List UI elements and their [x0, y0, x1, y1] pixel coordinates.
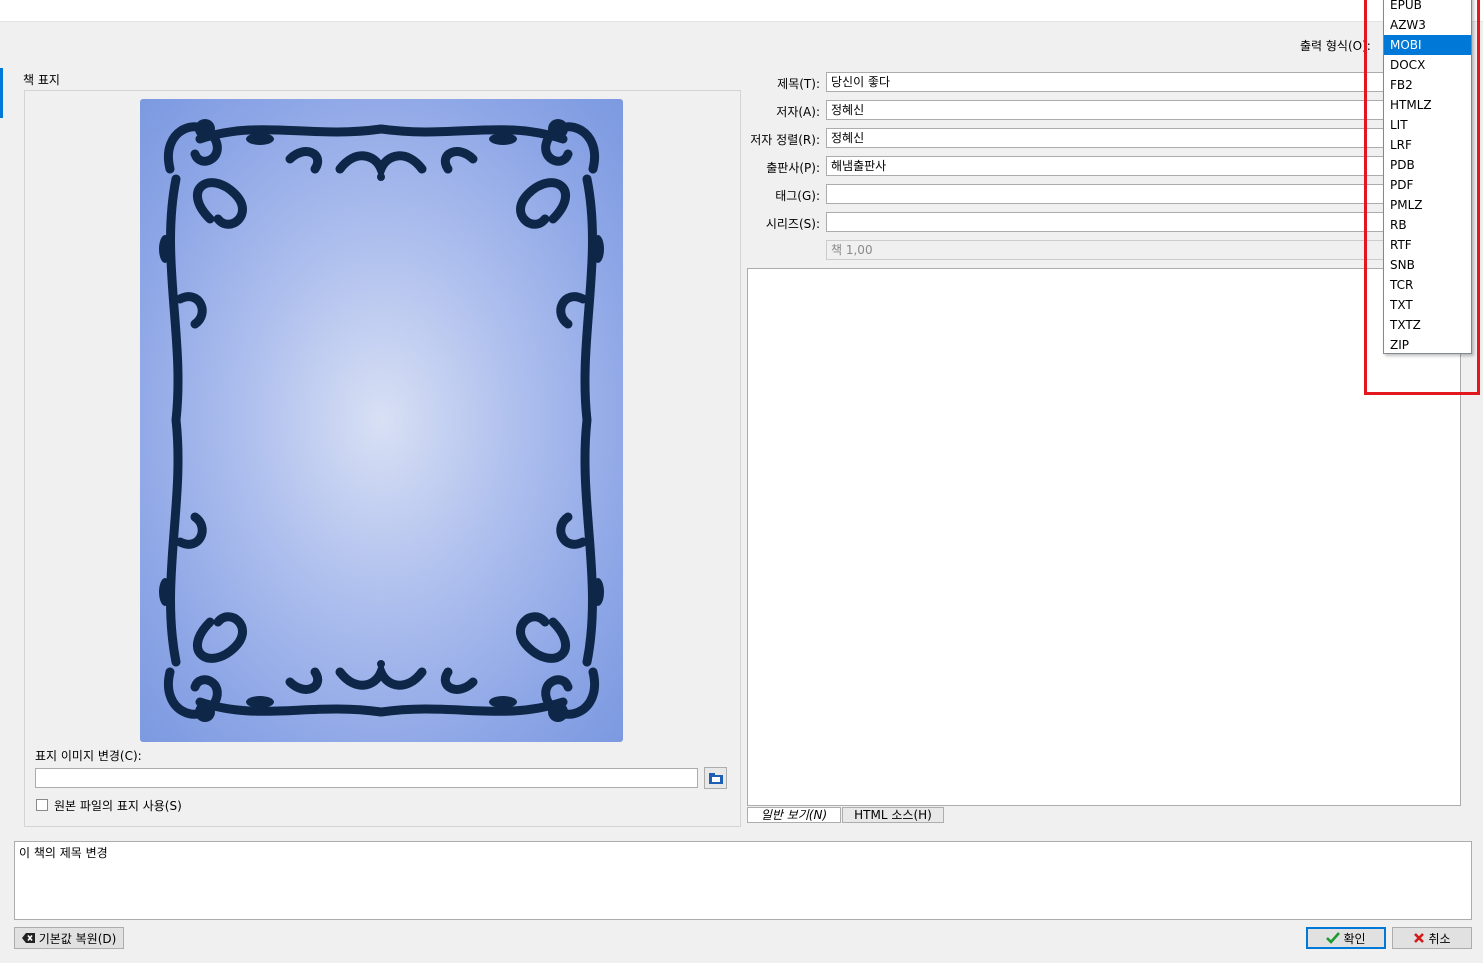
- message-text: 이 책의 제목 변경: [19, 846, 108, 860]
- author-label: 저자(A):: [776, 105, 820, 119]
- browse-cover-button[interactable]: [704, 767, 727, 789]
- title-field[interactable]: 당신이 좋다: [826, 72, 1386, 92]
- series-field[interactable]: [826, 212, 1386, 232]
- cover-path-input[interactable]: [35, 768, 698, 788]
- restore-defaults-button[interactable]: 기본값 복원(D): [14, 927, 124, 949]
- folder-open-icon: [708, 773, 723, 784]
- book-cover-image: [140, 99, 623, 742]
- restore-defaults-label: 기본값 복원(D): [38, 931, 117, 946]
- change-cover-label: 표지 이미지 변경(C):: [35, 749, 142, 763]
- ornamental-frame-icon: [159, 119, 604, 722]
- message-box: 이 책의 제목 변경: [14, 841, 1472, 920]
- publisher-label: 출판사(P):: [766, 161, 820, 175]
- comments-editor[interactable]: [747, 268, 1461, 806]
- cover-section-title: 책 표지: [23, 73, 60, 87]
- publisher-field[interactable]: 해냄출판사: [826, 156, 1386, 176]
- window-top-strip: [0, 0, 1483, 22]
- checkmark-icon: [1326, 932, 1341, 944]
- series-index-field: 책 1,00: [826, 240, 1386, 260]
- author-sort-label: 저자 정렬(R):: [750, 133, 820, 147]
- author-sort-field[interactable]: 정혜신: [826, 128, 1386, 148]
- clear-icon: [21, 933, 35, 943]
- use-source-cover-checkbox[interactable]: [36, 799, 48, 811]
- ok-button[interactable]: 확인: [1306, 927, 1386, 949]
- series-label: 시리즈(S):: [765, 217, 820, 231]
- title-label: 제목(T):: [777, 77, 820, 91]
- tab-html-source[interactable]: HTML 소스(H): [842, 807, 944, 823]
- close-icon: [1414, 933, 1425, 943]
- sidebar-selection-edge: [0, 68, 3, 118]
- output-format-label: 출력 형식(O):: [1300, 39, 1371, 53]
- cancel-label: 취소: [1428, 931, 1451, 946]
- highlight-annotation-box: [1364, 0, 1480, 395]
- ok-label: 확인: [1343, 931, 1366, 946]
- tab-normal-view[interactable]: 일반 보기(N): [747, 807, 841, 823]
- use-source-cover-label: 원본 파일의 표지 사용(S): [54, 799, 182, 813]
- cancel-button[interactable]: 취소: [1392, 927, 1472, 949]
- author-field[interactable]: 정혜신: [826, 100, 1386, 120]
- tags-field[interactable]: [826, 184, 1386, 204]
- tags-label: 태그(G):: [775, 189, 820, 203]
